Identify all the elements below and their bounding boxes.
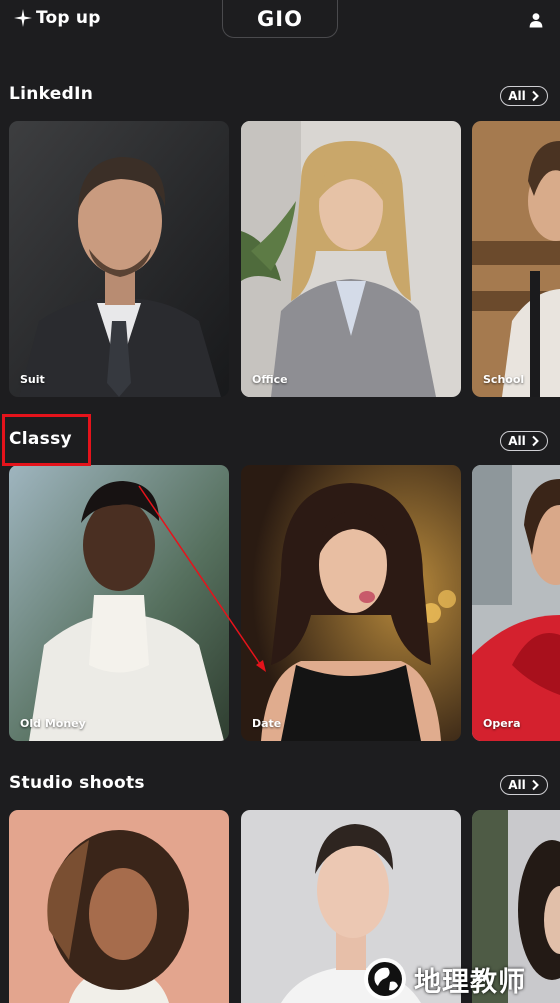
section-title-studio-shoots: Studio shoots [9,773,145,793]
app-logo: GIO [222,0,338,38]
classy-all-button[interactable]: All [500,431,548,451]
card-opera[interactable]: Opera [472,465,560,741]
chevron-right-icon [532,779,539,791]
old-money-portrait-image [9,465,229,741]
chevron-right-icon [532,435,539,447]
sparkle-icon [14,9,32,27]
card-studio-1[interactable] [9,810,229,1003]
linkedin-all-button[interactable]: All [500,86,548,106]
card-label: Date [252,717,282,730]
card-date[interactable]: Date [241,465,461,741]
studio-shoots-all-button[interactable]: All [500,775,548,795]
card-office[interactable]: Office [241,121,461,397]
chevron-right-icon [532,90,539,102]
top-up-label: Top up [36,8,101,28]
card-label: Old Money [20,717,86,730]
user-icon[interactable] [528,12,544,28]
opera-portrait-image [472,465,560,741]
top-up-button[interactable]: Top up [14,8,101,28]
school-portrait-image [472,121,560,397]
card-suit[interactable]: Suit [9,121,229,397]
card-old-money[interactable]: Old Money [9,465,229,741]
watermark: 地理教师 [362,956,558,1002]
all-label: All [508,434,526,448]
top-bar: Top up GIO [0,0,560,44]
office-portrait-image [241,121,461,397]
date-portrait-image [241,465,461,741]
card-school[interactable]: School [472,121,560,397]
card-label: Suit [20,373,45,386]
all-label: All [508,778,526,792]
card-label: Opera [483,717,521,730]
card-label: Office [252,373,288,386]
logo-text: GIO [257,6,303,31]
annotation-highlight-box [2,414,91,466]
suit-portrait-image [9,121,229,397]
section-title-linkedin: LinkedIn [9,84,94,104]
watermark-text: 地理教师 [414,966,526,998]
studio-portrait-image-1 [9,810,229,1003]
globe-logo-icon [364,958,406,1000]
all-label: All [508,89,526,103]
card-label: School [483,373,525,386]
